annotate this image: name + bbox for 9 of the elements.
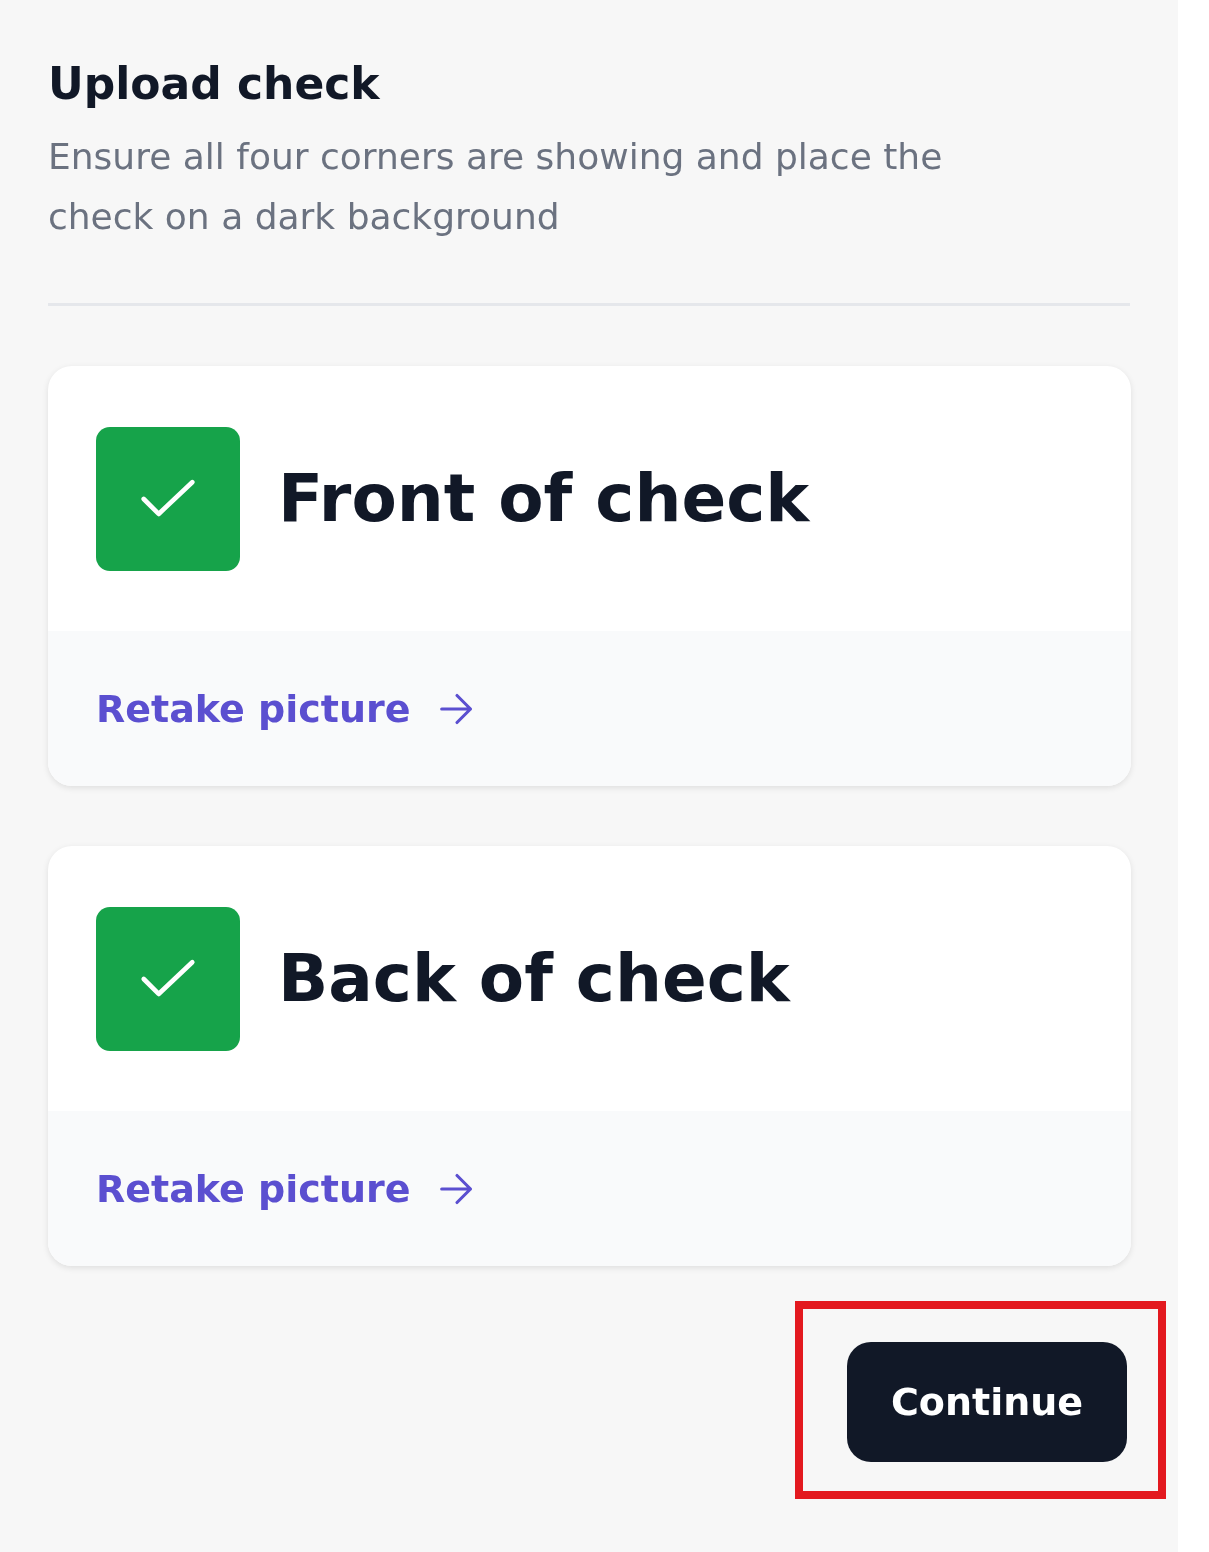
instructions-text: Ensure all four corners are showing and place the check on a dark background [48,135,944,239]
page-title: Upload check [48,58,381,109]
arrow-right-icon [438,1171,475,1206]
continue-button[interactable]: Continue [847,1342,1127,1462]
card-title: Back of check [278,940,790,1017]
card-title: Front of check [278,460,810,537]
retake-link[interactable]: Retake picture [96,686,475,731]
arrow-right-icon [438,691,475,726]
retake-link[interactable]: Retake picture [96,1166,475,1211]
